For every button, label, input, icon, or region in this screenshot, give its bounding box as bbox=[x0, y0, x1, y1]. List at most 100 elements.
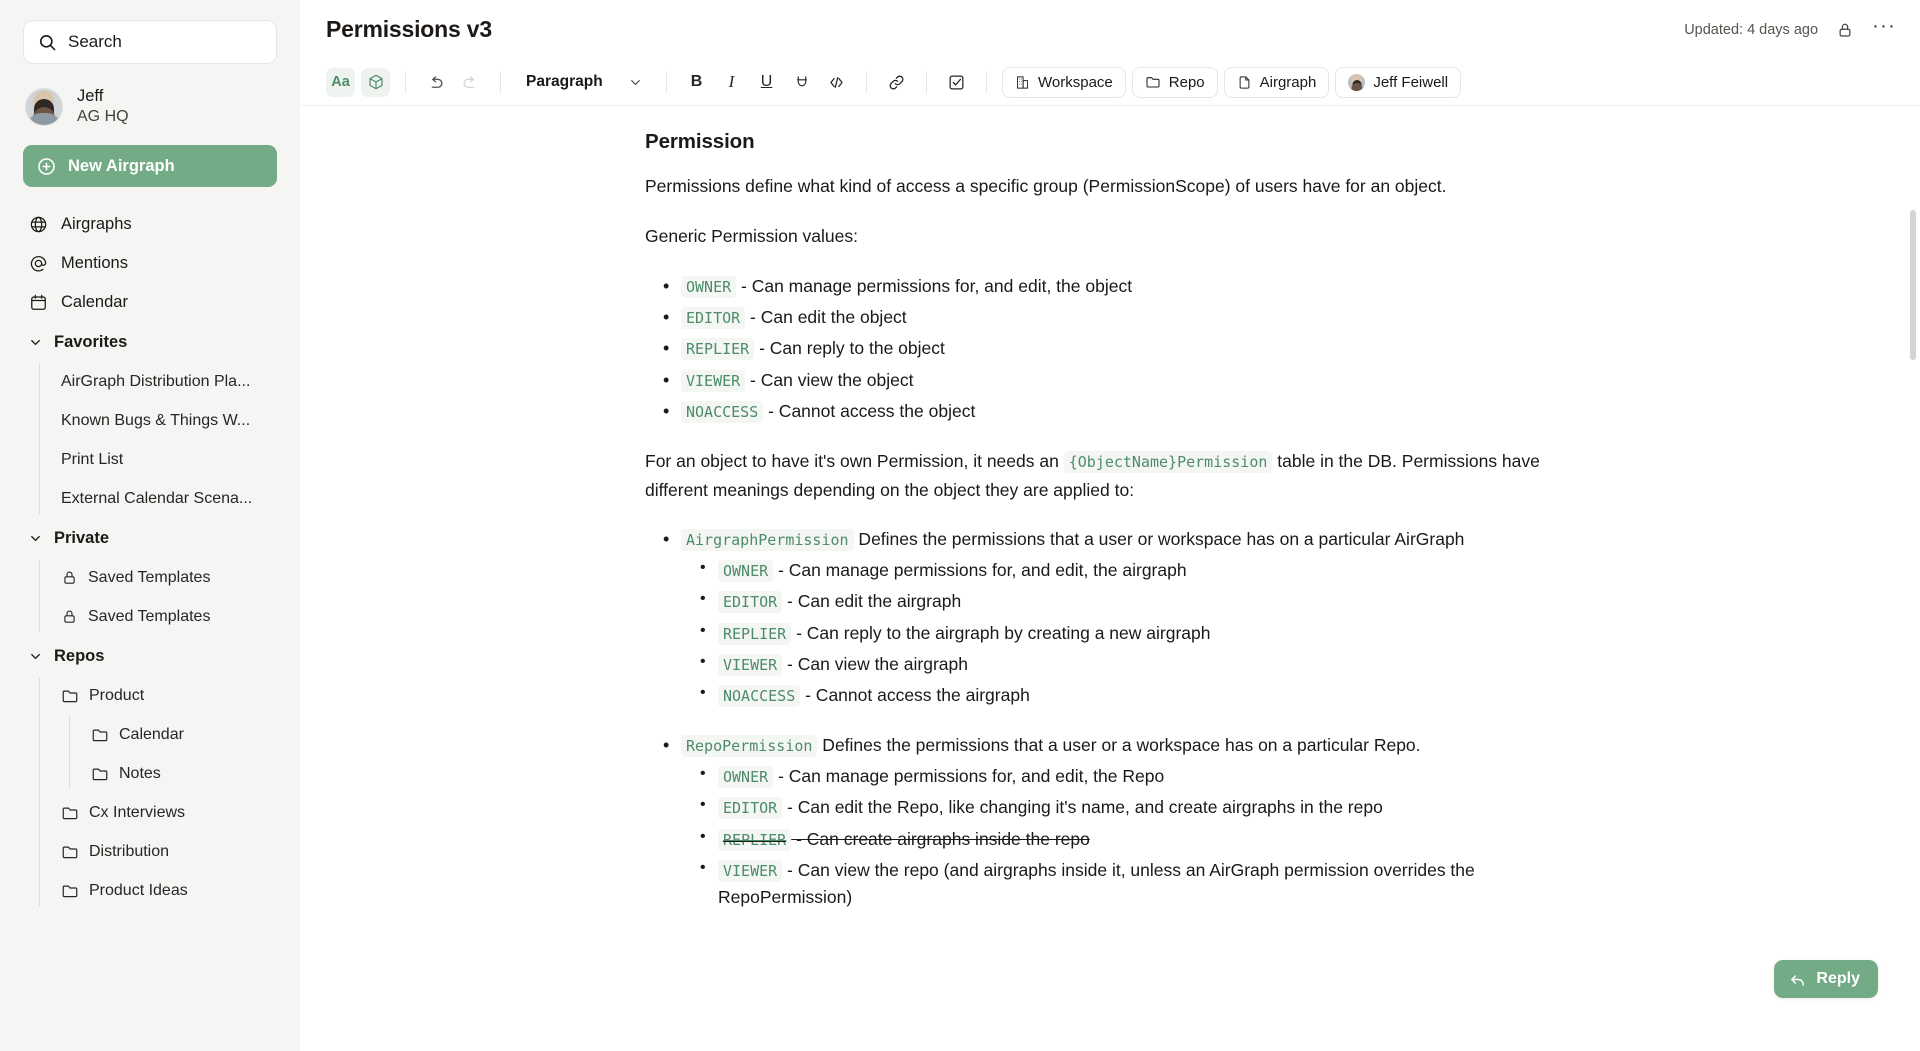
document-body[interactable]: Permission Permissions define what kind … bbox=[645, 106, 1575, 973]
sidebar-item-airgraphs[interactable]: Airgraphs bbox=[23, 205, 277, 244]
list-item[interactable]: Notes bbox=[39, 754, 277, 793]
new-airgraph-button[interactable]: New Airgraph bbox=[23, 145, 277, 187]
lock-icon bbox=[61, 569, 78, 586]
code-token: EDITOR bbox=[681, 307, 745, 329]
toolbar-divider bbox=[500, 71, 501, 93]
mention-chip-workspace[interactable]: Workspace bbox=[1002, 67, 1126, 98]
vertical-scrollbar[interactable] bbox=[1910, 210, 1916, 360]
mention-chip-user[interactable]: Jeff Feiwell bbox=[1335, 67, 1461, 98]
reply-button[interactable]: Reply bbox=[1774, 960, 1878, 998]
chevron-down-icon bbox=[28, 649, 43, 664]
list-item[interactable]: Product Ideas bbox=[39, 871, 277, 910]
sidebar-section-favorites[interactable]: Favorites bbox=[23, 322, 277, 362]
mention-chip-airgraph[interactable]: Airgraph bbox=[1224, 67, 1330, 98]
sidebar-item-label: Airgraphs bbox=[61, 215, 132, 234]
italic-button[interactable]: I bbox=[717, 68, 746, 97]
sidebar-item-calendar[interactable]: Calendar bbox=[23, 283, 277, 322]
list-item: OWNER - Can manage permissions for, and … bbox=[681, 763, 1575, 790]
list-item[interactable]: AirGraph Distribution Pla... bbox=[39, 362, 277, 401]
list-item[interactable]: Print List bbox=[39, 440, 277, 479]
search-input[interactable]: Search bbox=[23, 20, 277, 64]
list-item-label: Print List bbox=[61, 451, 123, 469]
block-insert-button[interactable] bbox=[361, 68, 390, 97]
list-item-label: Product bbox=[89, 687, 144, 705]
link-button[interactable] bbox=[882, 68, 911, 97]
list-item: AirgraphPermission Defines the permissio… bbox=[645, 526, 1575, 710]
updated-timestamp: Updated: 4 days ago bbox=[1684, 22, 1818, 38]
app-root: Search Jeff AG HQ New Airgraph bbox=[0, 0, 1920, 1051]
chevron-down-icon bbox=[628, 75, 643, 90]
list-item[interactable]: Cx Interviews bbox=[39, 793, 277, 832]
sidebar-section-repos[interactable]: Repos bbox=[23, 636, 277, 676]
sidebar-item-mentions[interactable]: Mentions bbox=[23, 244, 277, 283]
list-item-text: - Can manage permissions for, and edit, … bbox=[736, 276, 1132, 296]
sidebar-section-private[interactable]: Private bbox=[23, 518, 277, 558]
list-item-label: External Calendar Scena... bbox=[61, 490, 252, 508]
code-token: OWNER bbox=[718, 560, 773, 582]
section-label: Repos bbox=[54, 647, 104, 666]
list-item-text: - Can edit the airgraph bbox=[782, 591, 961, 611]
list-item: OWNER - Can manage permissions for, and … bbox=[681, 557, 1575, 584]
generic-permission-list: OWNER - Can manage permissions for, and … bbox=[645, 273, 1575, 425]
list-item-label: Cx Interviews bbox=[89, 804, 185, 822]
header-actions: Updated: 4 days ago ··· bbox=[1684, 21, 1896, 39]
list-item: REPLIER - Can create airgraphs inside th… bbox=[681, 826, 1575, 853]
product-subfolders: Calendar Notes bbox=[39, 715, 277, 793]
doc-paragraph-intro: Permissions define what kind of access a… bbox=[645, 172, 1575, 200]
list-item-label: Calendar bbox=[119, 726, 184, 744]
calendar-icon bbox=[29, 293, 48, 312]
list-item-text: - Can create airgraphs inside the repo bbox=[791, 829, 1090, 849]
section-label: Private bbox=[54, 529, 109, 548]
repo-permission-sublist: OWNER - Can manage permissions for, and … bbox=[681, 763, 1575, 911]
at-sign-icon bbox=[29, 254, 48, 273]
building-icon bbox=[1015, 75, 1030, 90]
list-item-text: - Can reply to the airgraph by creating … bbox=[791, 623, 1210, 643]
folder-icon bbox=[91, 765, 109, 783]
redo-button[interactable] bbox=[456, 68, 485, 97]
folder-icon bbox=[1145, 74, 1161, 90]
new-airgraph-label: New Airgraph bbox=[68, 157, 175, 176]
list-item-text: - Can manage permissions for, and edit, … bbox=[773, 766, 1164, 786]
code-token: NOACCESS bbox=[718, 685, 800, 707]
lock-icon[interactable] bbox=[1836, 21, 1854, 39]
list-item[interactable]: Calendar bbox=[39, 715, 277, 754]
list-item: VIEWER - Can view the repo (and airgraph… bbox=[681, 857, 1575, 912]
list-item: EDITOR - Can edit the object bbox=[645, 304, 1575, 331]
list-item: VIEWER - Can view the object bbox=[645, 367, 1575, 394]
bold-button[interactable]: B bbox=[682, 68, 711, 97]
underline-button[interactable]: U bbox=[752, 68, 781, 97]
search-placeholder: Search bbox=[68, 32, 122, 52]
user-org: AG HQ bbox=[77, 107, 129, 128]
checklist-button[interactable] bbox=[942, 68, 971, 97]
list-item[interactable]: External Calendar Scena... bbox=[39, 479, 277, 518]
toolbar-divider bbox=[405, 71, 406, 93]
list-item-text: - Can view the repo (and airgraphs insid… bbox=[718, 860, 1475, 907]
toolbar-divider bbox=[866, 71, 867, 93]
list-item-text: Defines the permissions that a user or a… bbox=[817, 735, 1420, 755]
text-fragment: For an object to have it's own Permissio… bbox=[645, 451, 1064, 471]
mention-chip-repo[interactable]: Repo bbox=[1132, 67, 1218, 98]
list-item-label: Product Ideas bbox=[89, 882, 188, 900]
doc-heading: Permission bbox=[645, 130, 1575, 154]
list-item: RepoPermission Defines the permissions t… bbox=[645, 732, 1575, 912]
list-item[interactable]: Saved Templates bbox=[39, 558, 277, 597]
user-profile[interactable]: Jeff AG HQ bbox=[23, 86, 277, 127]
strikethrough-button[interactable] bbox=[787, 68, 816, 97]
list-item[interactable]: Distribution bbox=[39, 832, 277, 871]
sidebar-item-label: Mentions bbox=[61, 254, 128, 273]
block-type-select[interactable]: Paragraph bbox=[516, 67, 651, 98]
list-item[interactable]: Saved Templates bbox=[39, 597, 277, 636]
list-item[interactable]: Known Bugs & Things W... bbox=[39, 401, 277, 440]
code-token: OWNER bbox=[681, 276, 736, 298]
toolbar-divider bbox=[926, 71, 927, 93]
code-token: RepoPermission bbox=[681, 735, 817, 757]
list-item[interactable]: Product bbox=[39, 676, 277, 715]
code-token: {ObjectName}Permission bbox=[1064, 451, 1273, 473]
undo-button[interactable] bbox=[421, 68, 450, 97]
text-style-button[interactable]: Aa bbox=[326, 68, 355, 97]
code-button[interactable] bbox=[822, 68, 851, 97]
more-options-button[interactable]: ··· bbox=[1872, 21, 1896, 39]
file-icon bbox=[1237, 75, 1252, 90]
list-item: REPLIER - Can reply to the object bbox=[645, 335, 1575, 362]
block-type-label: Paragraph bbox=[526, 73, 603, 91]
